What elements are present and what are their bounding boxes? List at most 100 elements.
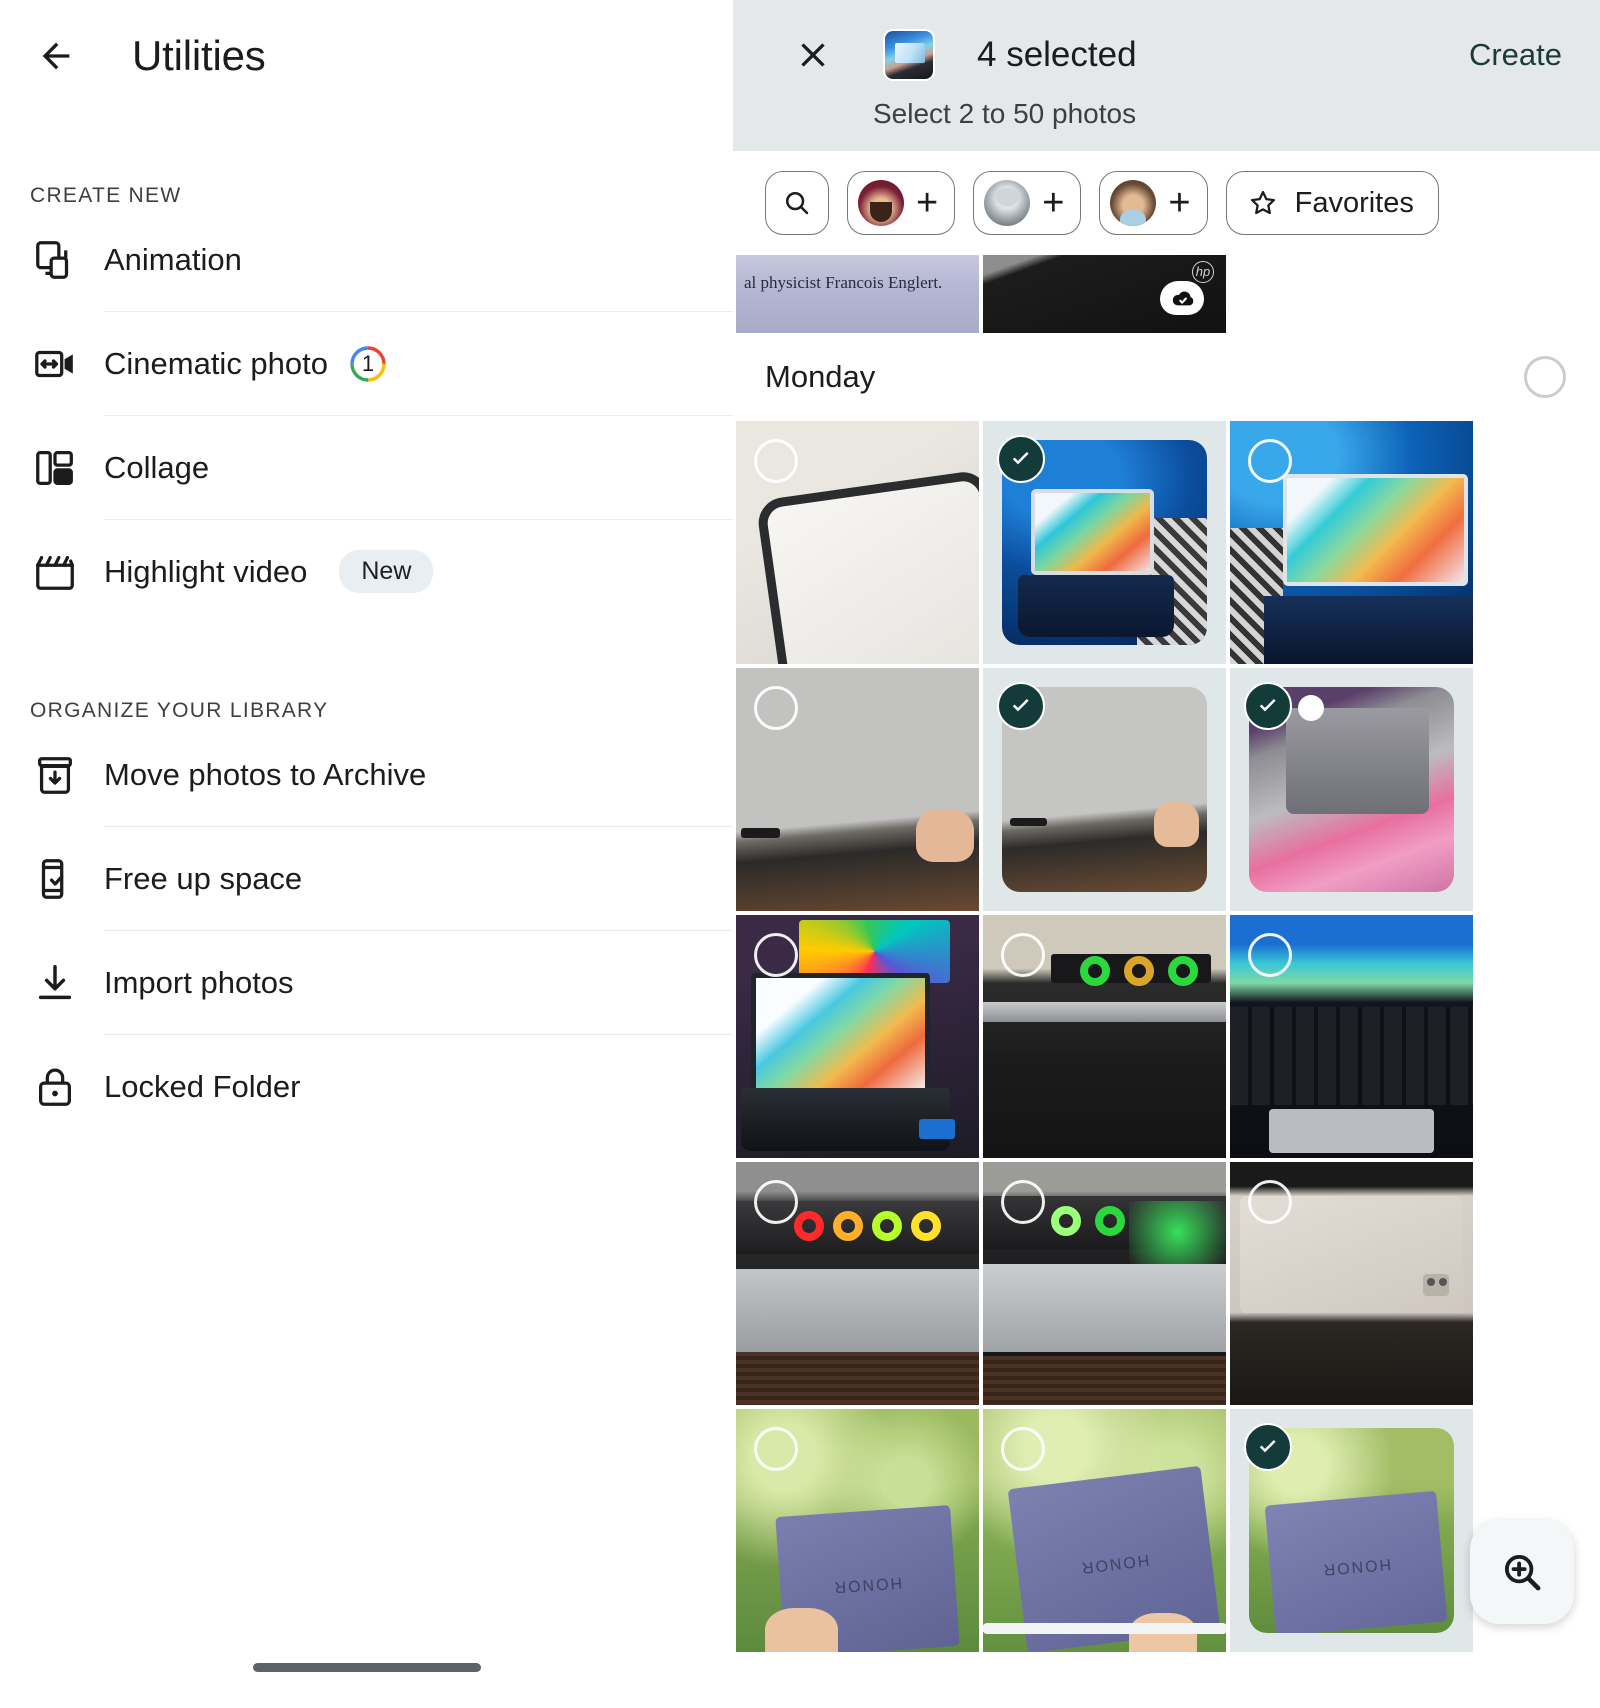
select-circle-icon[interactable] [754, 1427, 798, 1471]
person-avatar [1110, 180, 1157, 226]
day-group-header: Monday [733, 333, 1600, 421]
photo-cell-p2[interactable] [983, 421, 1226, 664]
utility-item-cinematic-photo[interactable]: Cinematic photo 1 [0, 312, 733, 415]
utility-label: Highlight video [104, 553, 308, 589]
selection-appbar-row: 4 selected Create [761, 0, 1572, 96]
photo-cell-p6[interactable] [1230, 668, 1473, 911]
chip-person-3[interactable]: + [1099, 171, 1208, 235]
photo-cell[interactable]: hp [983, 255, 1226, 333]
utility-label: Cinematic photo [104, 345, 329, 381]
selection-hint: Select 2 to 50 photos [873, 98, 1137, 129]
utility-label: Animation [104, 241, 242, 277]
chip-person-2[interactable]: + [973, 171, 1082, 235]
photo-cell-p4[interactable] [736, 668, 979, 911]
utility-item-animation[interactable]: Animation [0, 208, 733, 311]
search-icon [785, 191, 809, 215]
utility-item-collage[interactable]: Collage [0, 416, 733, 519]
section-label-create-new: CREATE NEW [30, 184, 182, 207]
page-title: Utilities [132, 32, 266, 79]
photo-cell-p3[interactable] [1230, 421, 1473, 664]
close-icon [801, 43, 825, 67]
select-circle-icon[interactable] [1001, 1427, 1045, 1471]
select-circle-icon[interactable] [1248, 933, 1292, 977]
utility-label: Move photos to Archive [104, 756, 427, 792]
create-button[interactable]: Create [1469, 37, 1572, 73]
cloud-backed-up-icon [1160, 281, 1204, 315]
selected-check-icon[interactable] [1244, 1423, 1292, 1471]
lid-brand-text: HONOR [1079, 1550, 1151, 1577]
utility-item-import-photos[interactable]: Import photos [0, 931, 733, 1034]
hp-logo-icon: hp [1192, 261, 1214, 283]
plus-icon: + [916, 182, 939, 224]
zoom-in-fab[interactable] [1470, 1520, 1574, 1624]
select-circle-icon[interactable] [754, 439, 798, 483]
select-circle-icon[interactable] [1248, 439, 1292, 483]
organize-library-list: Move photos to Archive Free up space Imp… [0, 723, 733, 1138]
photo-cell-p11[interactable] [983, 1162, 1226, 1405]
chip-label: Favorites [1294, 186, 1414, 219]
photo-caption-text: al physicist Francois Englert. [744, 273, 943, 292]
utility-label: Locked Folder [104, 1068, 301, 1104]
chip-person-1[interactable]: + [847, 171, 956, 235]
utility-label: Import photos [104, 964, 294, 1000]
scroll-indicator[interactable] [983, 1623, 1226, 1634]
section-label-organize-library: ORGANIZE YOUR LIBRARY [30, 699, 329, 722]
collage-icon [0, 445, 104, 491]
person-avatar [984, 180, 1031, 226]
utility-label: Free up space [104, 860, 303, 896]
home-indicator [252, 1663, 481, 1672]
photo-picker-panel: 4 selected Create Select 2 to 50 photos … [733, 0, 1600, 1708]
plus-icon: + [1042, 182, 1065, 224]
selected-check-icon[interactable] [997, 435, 1045, 483]
animation-icon [0, 237, 104, 283]
badge-count-label: 1 [361, 350, 375, 376]
screen-root: Utilities CREATE NEW Animation Cinematic… [0, 0, 1600, 1708]
day-group-select-all-circle-icon[interactable] [1524, 356, 1566, 398]
utility-item-move-photos-to-archive[interactable]: Move photos to Archive [0, 723, 733, 826]
arrow-back-icon [42, 42, 70, 70]
utility-item-free-up-space[interactable]: Free up space [0, 827, 733, 930]
selected-count-label: 4 selected [977, 35, 1137, 74]
chip-search[interactable] [765, 171, 829, 235]
select-circle-icon[interactable] [1001, 1180, 1045, 1224]
select-circle-icon[interactable] [754, 933, 798, 977]
utility-label: Collage [104, 449, 210, 485]
photo-cell-p14[interactable]: HONOR [983, 1409, 1226, 1652]
photo-strip-partial: al physicist Francois Englert. hp [733, 255, 1600, 333]
lock-icon [0, 1064, 104, 1110]
person-avatar [858, 180, 904, 226]
star-icon [1250, 190, 1275, 215]
photo-cell-p10[interactable] [736, 1162, 979, 1405]
cinematic-photo-icon [0, 341, 104, 387]
lid-brand-text: HONOR [832, 1573, 903, 1596]
utility-item-locked-folder[interactable]: Locked Folder [0, 1035, 733, 1138]
plus-icon: + [1168, 182, 1191, 224]
select-circle-icon[interactable] [754, 1180, 798, 1224]
chip-favorites[interactable]: Favorites [1225, 171, 1439, 235]
photo-cell-p7[interactable] [736, 915, 979, 1158]
archive-icon [0, 752, 104, 798]
selected-check-icon[interactable] [997, 682, 1045, 730]
filter-chips-row: + + + Favorites [733, 151, 1600, 255]
utilities-panel: Utilities CREATE NEW Animation Cinematic… [0, 0, 733, 1708]
zoom-in-icon [1504, 1554, 1541, 1591]
select-circle-icon[interactable] [754, 686, 798, 730]
photo-cell-p8[interactable] [983, 915, 1226, 1158]
photo-cell-p1[interactable] [736, 421, 979, 664]
photo-cell-p12[interactable] [1230, 1162, 1473, 1405]
close-button[interactable] [785, 27, 841, 83]
free-up-space-icon [0, 856, 104, 902]
utility-item-highlight-video[interactable]: Highlight video New [0, 520, 733, 623]
select-circle-icon[interactable] [1001, 933, 1045, 977]
selected-check-icon[interactable] [1244, 682, 1292, 730]
left-appbar: Utilities [0, 0, 733, 112]
photo-cell[interactable]: al physicist Francois Englert. [736, 255, 979, 333]
photo-cell-p5[interactable] [983, 668, 1226, 911]
back-button[interactable] [30, 30, 82, 82]
photo-cell-p13[interactable]: HONOR [736, 1409, 979, 1652]
photo-cell-p15[interactable]: HONOR [1230, 1409, 1473, 1652]
selection-appbar: 4 selected Create Select 2 to 50 photos [733, 0, 1600, 151]
lid-brand-text: HONOR [1320, 1554, 1392, 1578]
select-circle-icon[interactable] [1248, 1180, 1292, 1224]
photo-cell-p9[interactable] [1230, 915, 1473, 1158]
